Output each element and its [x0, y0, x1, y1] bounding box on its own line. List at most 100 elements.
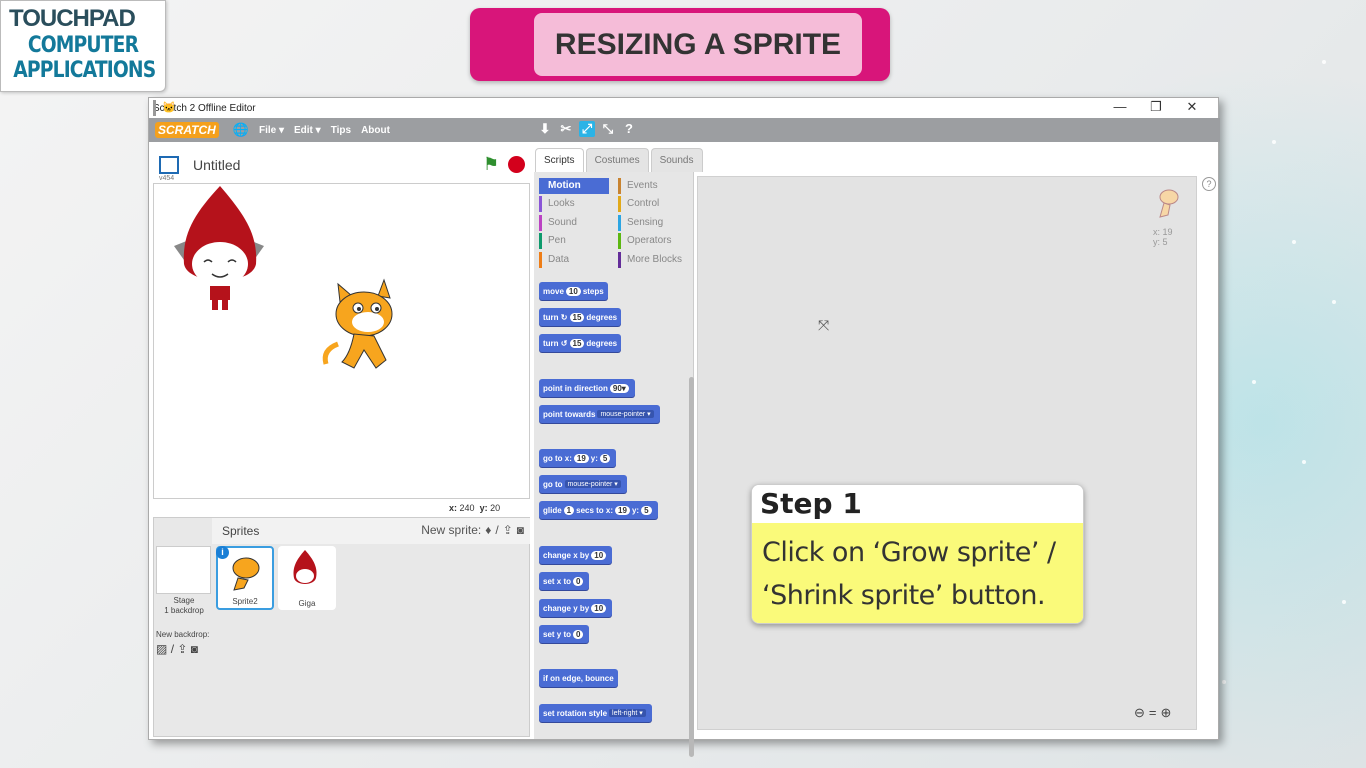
stage-header: v454 Untitled ⚑: [153, 148, 529, 182]
stage-svg: [174, 186, 393, 369]
menu-bar: SCRATCH 🌐 File ▾ Edit ▾ Tips About ⬇ ✂ ⤢…: [149, 118, 1220, 142]
stage-coordinates: x: 240 y: 20: [449, 503, 501, 513]
category-control[interactable]: Control: [618, 196, 688, 212]
giga-sprite[interactable]: [174, 186, 264, 310]
touchpad-logo: TOUCHPAD COMPUTER APPLICATIONS: [0, 0, 166, 92]
scratch-window: 🐱 Scratch 2 Offline Editor — ❐ ✕ SCRATCH…: [148, 97, 1220, 757]
stage-thumbnail[interactable]: [156, 546, 211, 594]
step-body: Click on ‘Grow sprite’ / ‘Shrink sprite’…: [752, 523, 1083, 623]
new-sprite-label: New sprite:: [421, 523, 482, 537]
logo-line1: TOUCHPAD: [9, 5, 136, 32]
stage-canvas[interactable]: [153, 183, 530, 499]
sprite-thumb-sprite2[interactable]: i Sprite2: [216, 546, 274, 610]
backdrop-icons: ▨ / ⇪ ◙: [156, 642, 198, 656]
delete-icon[interactable]: ✂: [558, 121, 574, 137]
cat-sprite[interactable]: [322, 278, 393, 369]
step-line1: Click on ‘Grow sprite’ /: [762, 537, 1056, 568]
category-motion[interactable]: Motion: [539, 178, 609, 194]
grow-icon[interactable]: ⤢: [579, 121, 595, 137]
backdrop-library-icon[interactable]: ▨: [156, 642, 167, 656]
step-title: Step 1: [752, 485, 1083, 523]
zoom-controls: ⊖ = ⊕: [1134, 705, 1171, 721]
sprite-name: Sprite2: [232, 597, 258, 606]
fullscreen-icon[interactable]: [159, 156, 179, 174]
globe-icon[interactable]: 🌐: [233, 122, 249, 138]
category-more-blocks[interactable]: More Blocks: [618, 252, 688, 268]
block-move[interactable]: move 10 steps: [539, 282, 608, 300]
grow-cursor-icon: ⤧: [818, 317, 830, 333]
zoom-out-icon[interactable]: ⊖: [1134, 705, 1145, 721]
sprite-library-icon[interactable]: ♦: [485, 523, 491, 537]
restore-button[interactable]: ❐: [1138, 99, 1174, 115]
block-turn-left[interactable]: turn ↺ 15 degrees: [539, 334, 622, 352]
block-point-towards[interactable]: point towards mouse-pointer ▾: [539, 405, 660, 423]
sprite-thumb-giga[interactable]: Giga: [278, 546, 336, 610]
new-backdrop-label: New backdrop:: [156, 630, 210, 639]
new-sprite-bar: New sprite: ♦ / ⇪ ◙: [421, 523, 524, 537]
scratch-cat-icon: 🐱: [153, 100, 223, 116]
category-sound[interactable]: Sound: [539, 215, 609, 231]
script-area[interactable]: ⤧ x: 19 y: 5 ⊖ = ⊕: [697, 176, 1197, 730]
minimize-button[interactable]: —: [1102, 99, 1138, 115]
category-events[interactable]: Events: [618, 178, 688, 194]
shrink-icon[interactable]: ⤡: [600, 121, 616, 137]
block-set-y[interactable]: set y to 0: [539, 625, 590, 643]
zoom-in-icon[interactable]: ⊕: [1161, 705, 1172, 721]
block-turn-right[interactable]: turn ↻ 15 degrees: [539, 308, 622, 326]
category-pen[interactable]: Pen: [539, 233, 609, 249]
camera-backdrop-icon[interactable]: ◙: [191, 642, 198, 656]
upload-backdrop-icon[interactable]: ⇪: [177, 642, 187, 656]
block-goto[interactable]: go to mouse-pointer ▾: [539, 475, 627, 493]
block-set-x[interactable]: set x to 0: [539, 572, 590, 590]
help-tab-icon[interactable]: ?: [1202, 177, 1216, 191]
block-glide[interactable]: glide 1 secs to x: 19 y: 5: [539, 501, 658, 519]
title-banner: RESIZING A SPRITE: [470, 8, 890, 81]
category-sensing[interactable]: Sensing: [618, 215, 688, 231]
window-titlebar: 🐱 Scratch 2 Offline Editor — ❐ ✕: [149, 98, 1218, 118]
logo-line2: COMPUTER: [27, 33, 139, 58]
green-flag-icon[interactable]: ⚑: [483, 154, 499, 175]
block-point-direction[interactable]: point in direction 90▾: [539, 379, 635, 397]
project-title[interactable]: Untitled: [193, 157, 240, 173]
block-goto-xy[interactable]: go to x: 19 y: 5: [539, 449, 617, 467]
sprite-pane: Sprites New sprite: ♦ / ⇪ ◙ Stage 1 back…: [153, 517, 530, 737]
category-data[interactable]: Data: [539, 252, 609, 268]
sprites-title: Sprites: [222, 524, 260, 538]
info-icon[interactable]: i: [216, 546, 229, 559]
step-callout: Step 1 Click on ‘Grow sprite’ / ‘Shrink …: [751, 484, 1084, 624]
scratch-logo[interactable]: SCRATCH: [155, 122, 219, 138]
camera-sprite-icon[interactable]: ◙: [517, 523, 524, 537]
help-icon[interactable]: ?: [621, 121, 637, 137]
logo-line3: APPLICATIONS: [13, 58, 156, 83]
menu-file[interactable]: File ▾: [259, 125, 284, 136]
palette-scrollbar[interactable]: [689, 377, 694, 757]
block-palette: Motion Looks Sound Pen Data Events Contr…: [534, 172, 694, 757]
duplicate-icon[interactable]: ⬇: [537, 121, 553, 137]
zoom-reset-icon[interactable]: =: [1149, 705, 1157, 721]
block-change-x[interactable]: change x by 10: [539, 546, 613, 564]
block-rotation-style[interactable]: set rotation style left-right ▾: [539, 704, 652, 722]
menu-tips[interactable]: Tips: [331, 125, 351, 136]
menu-about[interactable]: About: [361, 125, 390, 136]
step-line2: ‘Shrink sprite’ button.: [762, 580, 1046, 611]
sprite-name: Giga: [298, 599, 316, 608]
editor-tabs: Scripts Costumes Sounds: [535, 148, 703, 172]
giga-thumb-icon: [293, 550, 317, 584]
upload-sprite-icon[interactable]: ⇪: [503, 523, 513, 537]
sprite-preview-icon: [1159, 189, 1179, 218]
stop-icon[interactable]: [508, 156, 525, 173]
block-change-y[interactable]: change y by 10: [539, 599, 613, 617]
close-button[interactable]: ✕: [1174, 99, 1210, 115]
block-bounce[interactable]: if on edge, bounce: [539, 669, 618, 687]
category-looks[interactable]: Looks: [539, 196, 609, 212]
tab-costumes[interactable]: Costumes: [585, 148, 649, 172]
category-operators[interactable]: Operators: [618, 233, 688, 249]
paint-backdrop-icon[interactable]: /: [171, 642, 174, 656]
tab-scripts[interactable]: Scripts: [535, 148, 584, 172]
paint-sprite-icon[interactable]: /: [495, 523, 498, 537]
tab-sounds[interactable]: Sounds: [650, 148, 703, 172]
menu-edit[interactable]: Edit ▾: [294, 125, 321, 136]
banner-title: RESIZING A SPRITE: [534, 13, 862, 76]
sprite-position: x: 19 y: 5: [1153, 227, 1173, 247]
stage-label: Stage 1 backdrop: [164, 596, 204, 615]
